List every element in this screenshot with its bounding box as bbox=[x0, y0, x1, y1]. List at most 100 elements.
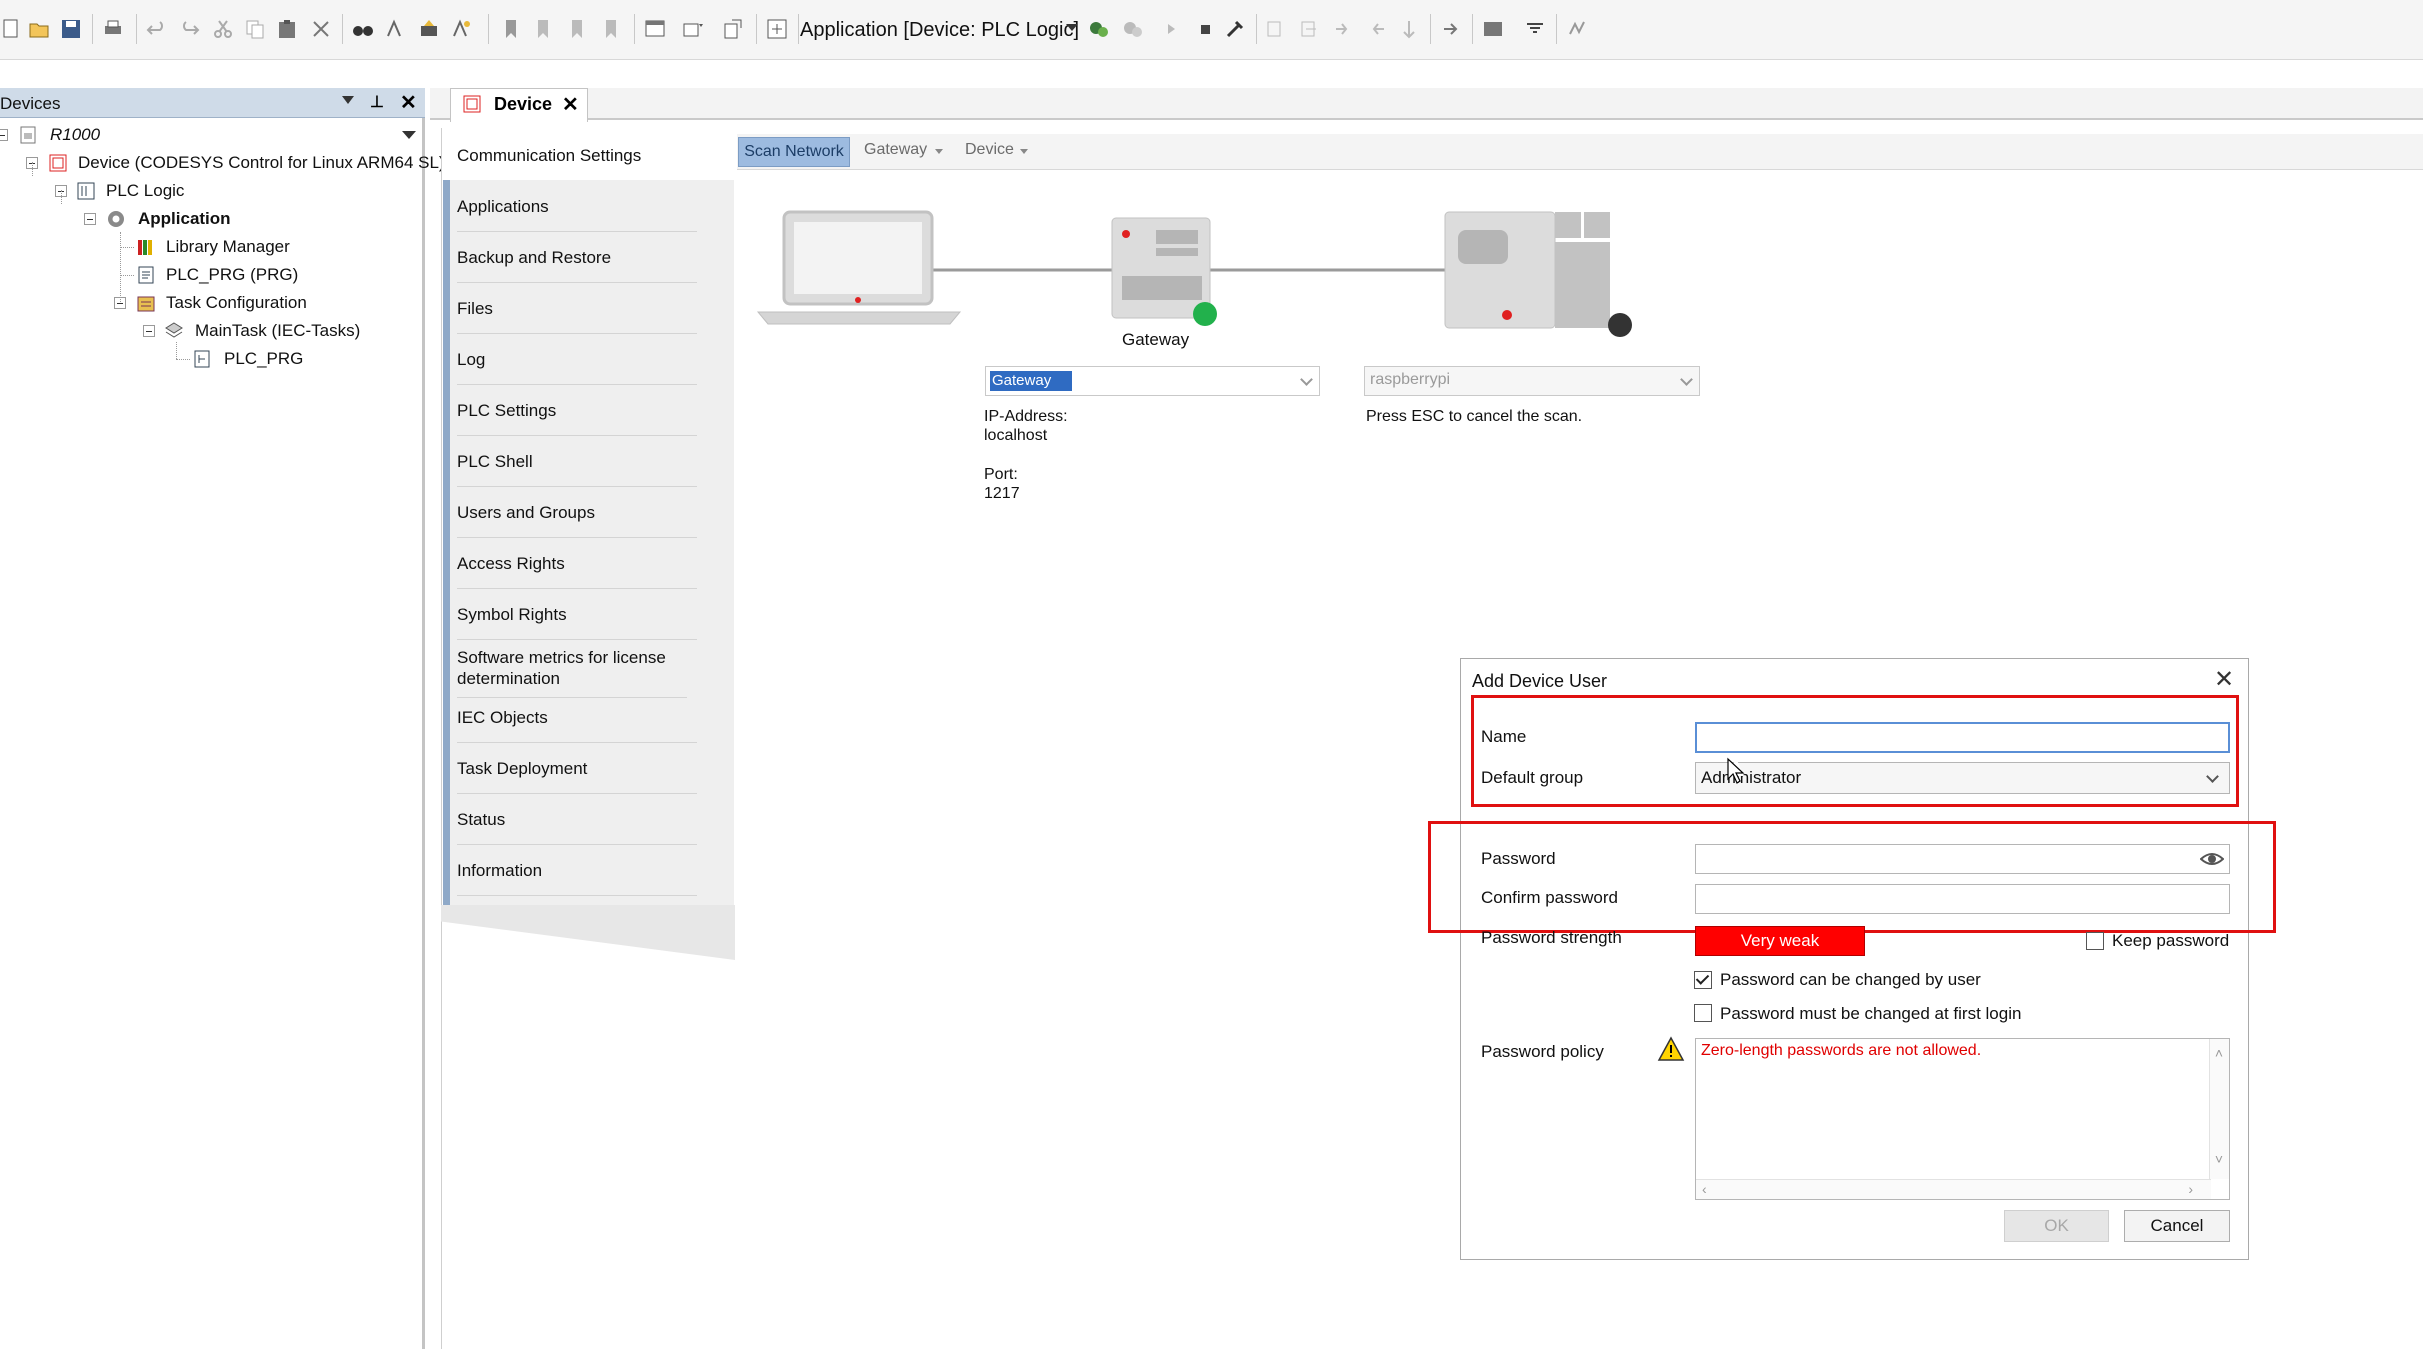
cut-icon[interactable] bbox=[212, 18, 234, 40]
password-strength-indicator: Very weak bbox=[1695, 926, 1865, 956]
scroll-up-icon[interactable]: ˄ bbox=[2215, 1045, 2223, 1061]
start-icon[interactable] bbox=[1160, 18, 1182, 40]
run-to-cursor-icon[interactable] bbox=[1398, 18, 1420, 40]
chevron-down-icon[interactable] bbox=[935, 149, 943, 154]
must-change-password-checkbox[interactable] bbox=[1694, 1004, 1712, 1022]
gateway-select[interactable]: Gateway bbox=[985, 366, 1320, 396]
tree-row-root[interactable]: R1000 bbox=[0, 122, 422, 148]
bookmark-find-icon[interactable] bbox=[418, 18, 440, 40]
password-policy-message: Zero-length passwords are not allowed. bbox=[1701, 1042, 1982, 1059]
nav-access-rights[interactable]: Access Rights bbox=[457, 553, 697, 589]
close-panel-icon[interactable]: ✕ bbox=[400, 90, 417, 115]
nav-backup-and-restore[interactable]: Backup and Restore bbox=[457, 247, 697, 283]
chevron-down-icon[interactable] bbox=[1066, 24, 1078, 31]
keep-password-checkbox[interactable] bbox=[2086, 932, 2104, 950]
new-file-icon[interactable] bbox=[0, 18, 22, 40]
tree-row-device[interactable]: Device (CODESYS Control for Linux ARM64 … bbox=[0, 150, 445, 176]
online-change-icon[interactable] bbox=[1566, 18, 1588, 40]
chevron-down-icon[interactable] bbox=[1020, 149, 1028, 154]
redo-icon[interactable] bbox=[178, 18, 200, 40]
bookmark-clear-icon[interactable] bbox=[600, 18, 622, 40]
tree-row-task-configuration[interactable]: Task Configuration bbox=[0, 290, 422, 316]
replace-icon[interactable] bbox=[384, 18, 406, 40]
step-into-icon[interactable] bbox=[1332, 18, 1354, 40]
password-policy-box: ˄ ˅ ‹ › bbox=[1695, 1038, 2230, 1200]
confirm-password-input[interactable] bbox=[1695, 884, 2230, 914]
export-icon[interactable] bbox=[722, 18, 744, 40]
find-next-icon[interactable] bbox=[450, 18, 472, 40]
scan-network-button[interactable]: Scan Network bbox=[738, 137, 850, 167]
tree-row-plc-logic[interactable]: PLC Logic bbox=[0, 178, 422, 204]
bookmark-icon[interactable] bbox=[500, 18, 522, 40]
nav-plc-settings[interactable]: PLC Settings bbox=[457, 400, 697, 436]
tree-row-application[interactable]: Application bbox=[0, 206, 422, 232]
paste-icon[interactable] bbox=[276, 18, 298, 40]
cancel-button[interactable]: Cancel bbox=[2124, 1210, 2230, 1242]
device-select[interactable]: raspberrypi bbox=[1364, 366, 1700, 396]
password-changeable-checkbox[interactable] bbox=[1694, 971, 1712, 989]
tree-row-plc-prg[interactable]: PLC_PRG (PRG) bbox=[0, 262, 422, 288]
default-group-value: Administrator bbox=[1701, 768, 1802, 787]
nav-communication-settings[interactable]: Communication Settings bbox=[457, 145, 697, 166]
bookmark-next-icon[interactable] bbox=[532, 18, 554, 40]
nav-log[interactable]: Log bbox=[457, 349, 697, 385]
nav-plc-shell[interactable]: PLC Shell bbox=[457, 451, 697, 487]
tree-row-plc-prg-call[interactable]: PLC_PRG bbox=[0, 346, 422, 372]
device-menu[interactable]: Device bbox=[965, 141, 1014, 159]
mouse-pointer-icon bbox=[1727, 757, 1745, 784]
nav-iec-objects[interactable]: IEC Objects bbox=[457, 707, 697, 743]
object-add-icon[interactable] bbox=[682, 18, 704, 40]
nav-users-and-groups[interactable]: Users and Groups bbox=[457, 502, 697, 538]
set-next-statement-icon[interactable] bbox=[1440, 18, 1462, 40]
scroll-left-icon[interactable]: ‹ bbox=[1702, 1181, 1707, 1197]
scroll-right-icon[interactable]: › bbox=[2188, 1181, 2193, 1197]
nav-status[interactable]: Status bbox=[457, 809, 697, 845]
nav-symbol-rights[interactable]: Symbol Rights bbox=[457, 604, 697, 640]
open-folder-icon[interactable] bbox=[28, 18, 50, 40]
nav-task-deployment[interactable]: Task Deployment bbox=[457, 758, 697, 794]
step-out-icon[interactable] bbox=[1366, 18, 1388, 40]
undo-icon[interactable] bbox=[146, 18, 168, 40]
devices-panel-header bbox=[0, 88, 425, 118]
nav-files[interactable]: Files bbox=[457, 298, 697, 334]
step-over-icon[interactable] bbox=[1298, 18, 1320, 40]
active-application-select[interactable]: Application [Device: PLC Logic] bbox=[800, 12, 1079, 48]
horizontal-scrollbar[interactable] bbox=[1696, 1179, 2211, 1199]
tree-row-maintask[interactable]: MainTask (IEC-Tasks) bbox=[0, 318, 422, 344]
password-strength-label: Password strength bbox=[1481, 928, 1622, 947]
nav-applications[interactable]: Applications bbox=[457, 196, 697, 232]
find-icon[interactable] bbox=[352, 18, 374, 40]
bookmark-prev-icon[interactable] bbox=[566, 18, 588, 40]
copy-icon[interactable] bbox=[244, 18, 266, 40]
login-icon[interactable] bbox=[1088, 18, 1110, 40]
delete-icon[interactable] bbox=[310, 18, 332, 40]
window-icon[interactable] bbox=[644, 18, 666, 40]
password-input[interactable] bbox=[1695, 844, 2230, 874]
write-values-icon[interactable] bbox=[1482, 18, 1504, 40]
show-password-eye-icon[interactable] bbox=[2200, 849, 2224, 869]
port-label: Port: bbox=[984, 466, 1018, 483]
nav-information[interactable]: Information bbox=[457, 860, 697, 896]
save-icon[interactable] bbox=[60, 18, 82, 40]
ip-address-value: localhost bbox=[984, 427, 1048, 444]
password-policy-label: Password policy bbox=[1481, 1042, 1604, 1061]
close-tab-icon[interactable]: ✕ bbox=[562, 92, 579, 117]
scroll-down-icon[interactable]: ˅ bbox=[2215, 1151, 2223, 1167]
default-group-select[interactable]: Administrator bbox=[1695, 762, 2230, 794]
ok-button[interactable]: OK bbox=[2004, 1210, 2109, 1242]
gateway-menu[interactable]: Gateway bbox=[864, 141, 927, 159]
tools-icon[interactable] bbox=[1224, 18, 1246, 40]
build-icon[interactable] bbox=[766, 18, 788, 40]
stop-icon[interactable] bbox=[1194, 18, 1216, 40]
chevron-down-icon[interactable] bbox=[402, 131, 416, 139]
name-input[interactable] bbox=[1695, 722, 2230, 753]
close-icon[interactable]: ✕ bbox=[2214, 668, 2234, 692]
pin-icon[interactable]: ⊥ bbox=[370, 92, 384, 112]
breakpoint-icon[interactable] bbox=[1264, 18, 1286, 40]
force-values-icon[interactable] bbox=[1524, 18, 1546, 40]
logout-icon[interactable] bbox=[1122, 18, 1144, 40]
print-icon[interactable] bbox=[102, 18, 124, 40]
nav-software-metrics[interactable]: Software metrics for license determinati… bbox=[457, 647, 687, 698]
tree-row-library-manager[interactable]: Library Manager bbox=[0, 234, 422, 260]
panel-menu-icon[interactable] bbox=[342, 96, 354, 104]
